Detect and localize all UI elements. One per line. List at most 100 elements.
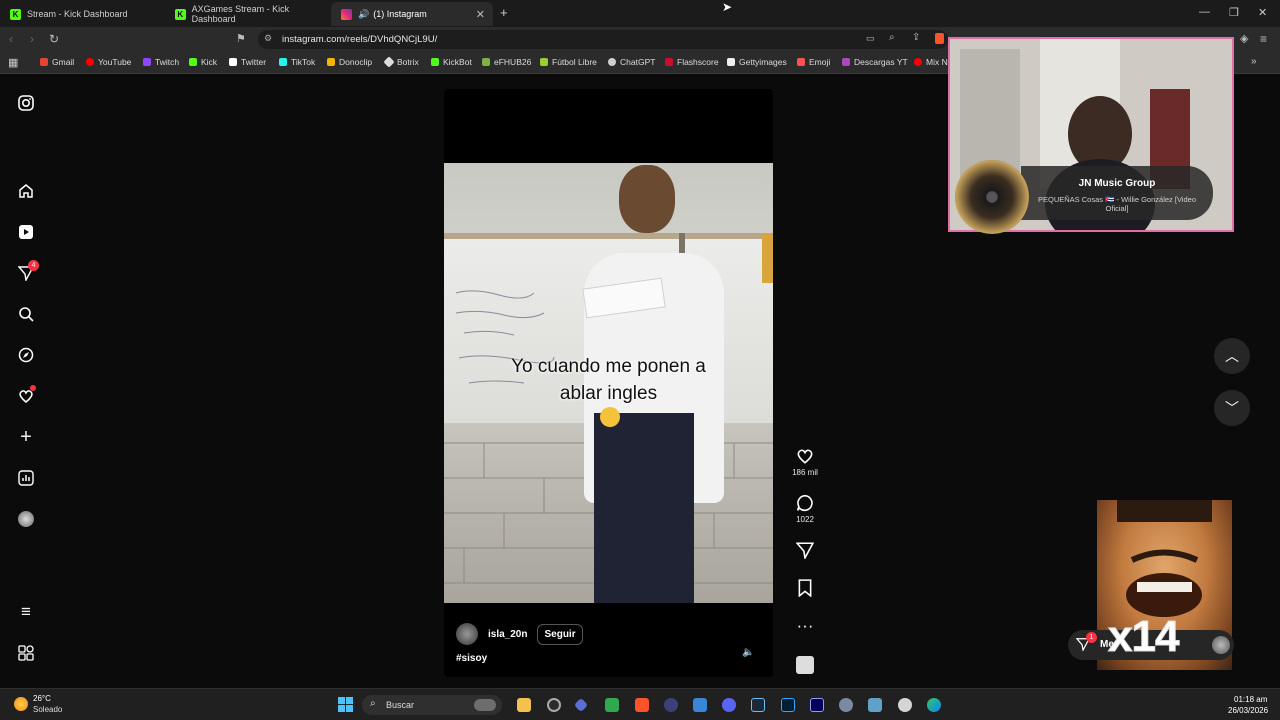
like-heart-icon[interactable] <box>788 446 822 466</box>
address-bar[interactable]: ⚙ instagram.com/reels/DVhdQNCjL9U/ ▭ ⌕ ⇪ <box>258 30 948 49</box>
author-username[interactable]: isla_20n <box>488 629 527 640</box>
weather-description[interactable]: Soleado <box>33 705 62 714</box>
kick-icon <box>189 58 197 66</box>
bookmark-label: eFHUB26 <box>494 57 532 67</box>
bookmark-gettyimages[interactable]: Gettyimages <box>727 57 787 67</box>
reels-icon[interactable] <box>17 223 35 241</box>
photoshop-icon[interactable] <box>781 698 795 712</box>
site-info-icon[interactable]: ⚙ <box>264 33 272 44</box>
weather-temperature[interactable]: 26°C <box>33 694 51 703</box>
file-explorer-icon[interactable] <box>517 698 531 712</box>
more-dots-icon[interactable]: ··· <box>788 616 822 636</box>
bookmark-label: YouTube <box>98 57 132 67</box>
also-from-meta-icon[interactable] <box>17 644 35 662</box>
settings-icon[interactable] <box>839 698 853 712</box>
zoom-icon[interactable]: ⌕ <box>889 32 895 43</box>
tab-stream-kick-dashboard[interactable]: K Stream - Kick Dashboard <box>0 2 165 26</box>
reel-video[interactable]: Yo cuando me ponen a ablar ingles <box>444 163 773 603</box>
home-icon[interactable] <box>17 182 35 200</box>
bookmark-twitch[interactable]: Twitch <box>143 57 179 67</box>
bookmark-twitter[interactable]: Twitter <box>229 57 266 67</box>
explore-icon[interactable] <box>17 346 35 364</box>
vpn-icon[interactable]: ◈ <box>1240 32 1248 45</box>
taskbar-search[interactable]: ⌕ Buscar <box>362 695 502 715</box>
clock-time[interactable]: 01:18 am <box>1234 695 1267 704</box>
follow-button[interactable]: Seguir <box>537 623 583 645</box>
bookmark-kick[interactable]: Kick <box>189 57 217 67</box>
mute-toggle-icon[interactable]: 🔈 <box>742 647 754 658</box>
share-paper-plane-icon[interactable] <box>788 540 822 560</box>
edge-icon[interactable] <box>927 698 941 712</box>
brave-browser-icon[interactable] <box>635 698 649 712</box>
reload-icon[interactable]: ↻ <box>49 32 59 46</box>
search-icon[interactable] <box>17 305 35 323</box>
comment-action[interactable]: 1022 <box>788 493 822 524</box>
dashboard-icon[interactable] <box>17 469 35 487</box>
more-menu-icon[interactable]: ≡ <box>17 602 35 621</box>
notepad-icon[interactable] <box>868 698 882 712</box>
close-tab-icon[interactable]: ✕ <box>476 8 485 21</box>
like-action[interactable]: 186 mil <box>788 446 822 477</box>
tab-instagram[interactable]: 🔊 (1) Instagram ✕ <box>331 2 493 26</box>
reel-hashtag[interactable]: #sisoy <box>456 653 487 664</box>
bookmark-emoji[interactable]: Emoji <box>797 57 830 67</box>
bookmark-flashscore[interactable]: Flashscore <box>665 57 719 67</box>
share-icon[interactable]: ⇪ <box>912 32 920 43</box>
play-app-icon[interactable] <box>898 698 912 712</box>
bookmark-chatgpt[interactable]: ChatGPT <box>608 57 655 67</box>
forward-icon[interactable]: › <box>30 32 34 46</box>
bookmark-gmail[interactable]: Gmail <box>40 57 74 67</box>
bookmark-descargas-yt[interactable]: Descargas YT <box>842 57 908 67</box>
bookmark-tiktok[interactable]: TikTok <box>279 57 315 67</box>
next-reel-button[interactable]: ﹀ <box>1214 390 1250 426</box>
brave-shield-icon[interactable] <box>935 33 944 44</box>
now-playing-artist: JN Music Group <box>1078 178 1156 189</box>
maximize-icon[interactable]: ❐ <box>1229 6 1239 19</box>
steam-icon[interactable] <box>751 698 765 712</box>
bookmark-botrix[interactable]: Botrix <box>383 56 419 68</box>
spreadsheet-icon[interactable] <box>605 698 619 712</box>
media-player-icon[interactable] <box>664 698 678 712</box>
previous-reel-button[interactable]: ︿ <box>1214 338 1250 374</box>
bookmark-kickbot[interactable]: KickBot <box>431 57 472 67</box>
more-bookmarks-icon[interactable]: » <box>1251 56 1257 67</box>
bookmark-donoclip[interactable]: Donoclip <box>327 57 372 67</box>
bookmark-page-icon[interactable]: ⚑ <box>236 32 246 45</box>
cast-icon[interactable]: ▭ <box>866 33 875 44</box>
close-window-icon[interactable]: ✕ <box>1258 6 1267 19</box>
clock-date[interactable]: 26/03/2026 <box>1228 706 1268 715</box>
reel-player[interactable]: Yo cuando me ponen a ablar ingles isla_2… <box>444 89 773 677</box>
sun-weather-icon <box>14 697 28 711</box>
messages-icon[interactable]: 4 <box>17 260 39 282</box>
bookmark-mix[interactable]: Mix N <box>914 57 948 67</box>
bookmark-efhub26[interactable]: eFHUB26 <box>482 57 531 67</box>
discord-icon[interactable] <box>722 698 736 712</box>
bookmark-youtube[interactable]: YouTube <box>86 57 131 67</box>
premiere-icon[interactable] <box>810 698 824 712</box>
back-icon[interactable]: ‹ <box>9 32 13 46</box>
new-tab-icon[interactable]: + <box>500 5 508 20</box>
create-icon[interactable]: + <box>17 426 35 448</box>
comment-icon[interactable] <box>788 493 822 513</box>
bookmark-futbol-libre[interactable]: Fútbol Libre <box>540 57 597 67</box>
calculator-icon[interactable] <box>693 698 707 712</box>
instagram-logo-icon[interactable] <box>17 94 35 112</box>
menu-icon[interactable]: ≡ <box>1260 32 1267 46</box>
app-diamond-icon[interactable] <box>573 697 589 713</box>
obs-icon[interactable] <box>547 698 561 712</box>
tab-axgames-kick-dashboard[interactable]: K AXGames Stream - Kick Dashboard <box>165 2 331 26</box>
notifications-heart-icon[interactable] <box>17 385 36 405</box>
tab-bar: K Stream - Kick Dashboard K AXGames Stre… <box>0 0 1280 27</box>
audio-action[interactable] <box>788 655 822 675</box>
youtube-icon <box>86 58 94 66</box>
share-action[interactable] <box>788 540 822 560</box>
profile-avatar[interactable] <box>17 510 35 528</box>
audio-thumbnail-icon[interactable] <box>788 655 822 675</box>
author-avatar[interactable] <box>456 623 478 645</box>
save-action[interactable] <box>788 578 822 598</box>
windows-start-icon[interactable] <box>338 697 353 717</box>
bookmark-icon[interactable] <box>788 578 822 598</box>
minimize-icon[interactable]: — <box>1199 6 1210 18</box>
apps-grid-icon[interactable]: ▦ <box>8 56 18 69</box>
more-options-action[interactable]: ··· <box>788 616 822 636</box>
